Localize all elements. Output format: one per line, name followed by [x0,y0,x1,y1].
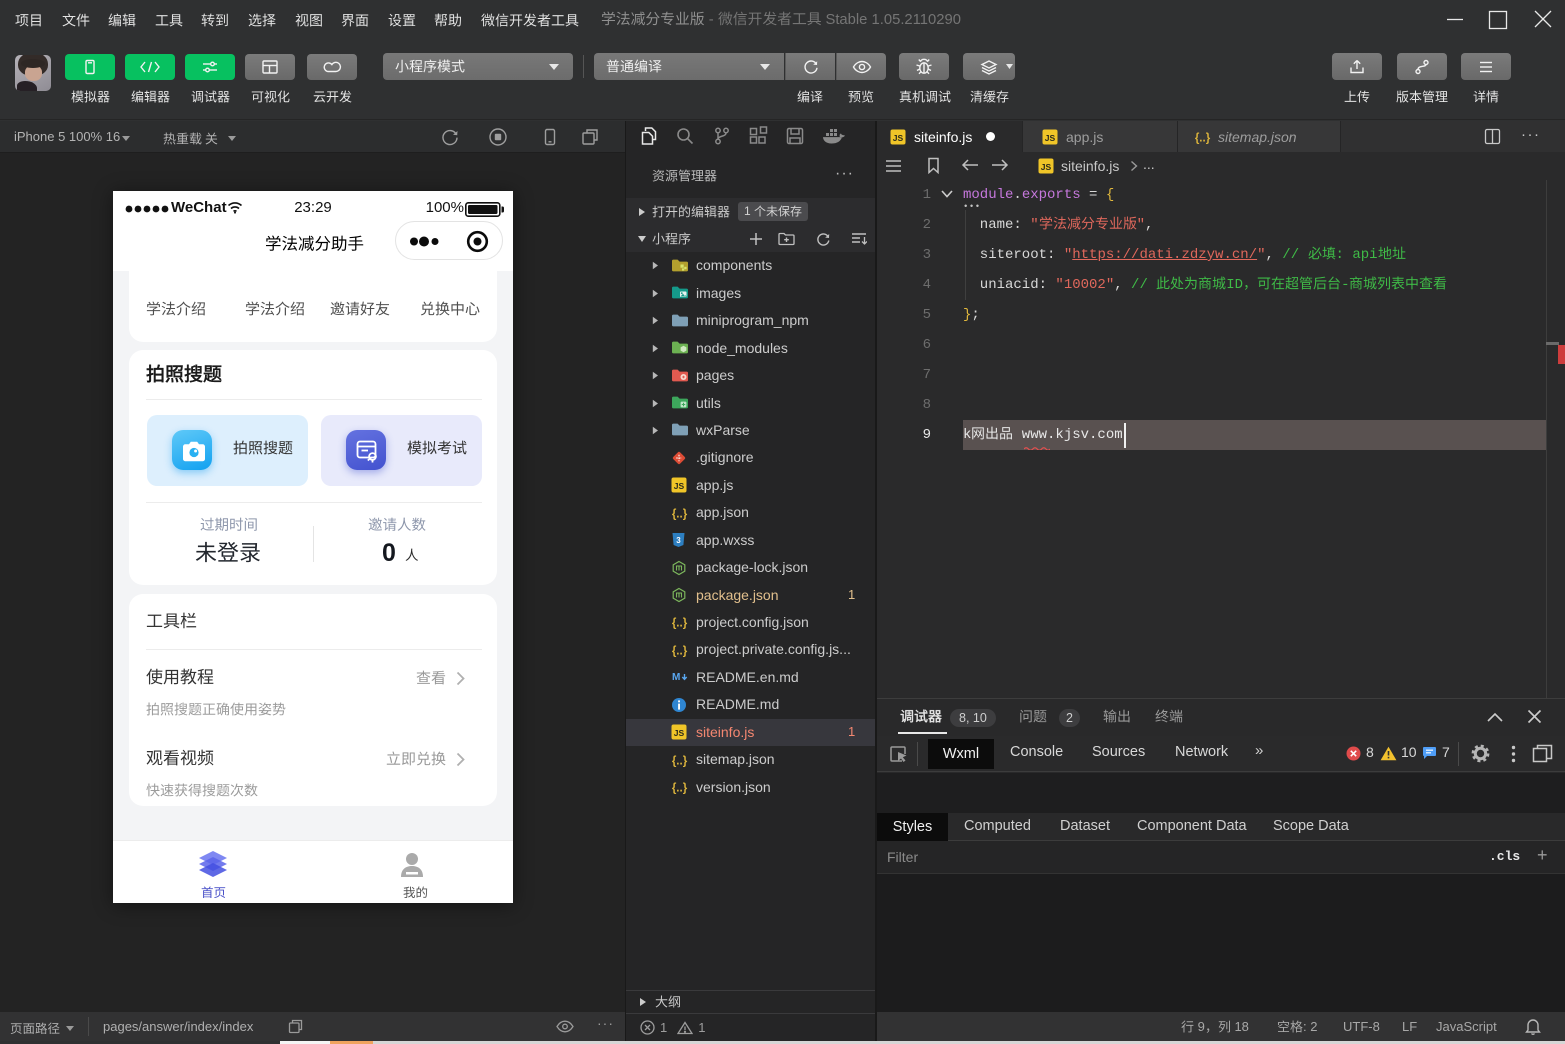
svg-text:{..}: {..} [672,783,688,795]
svg-text:JS: JS [674,481,685,491]
svg-text:JS: JS [674,728,685,738]
svg-text:{..}: {..} [672,755,688,767]
svg-text:JS: JS [1041,162,1052,172]
svg-text:{..}: {..} [672,618,688,630]
svg-text:3: 3 [676,536,681,545]
svg-text:M: M [672,672,680,683]
svg-text:JS: JS [893,133,904,143]
svg-text:JS: JS [1045,133,1056,143]
svg-text:{..}: {..} [672,645,688,657]
svg-text:{..}: {..} [672,508,688,520]
svg-text:{..}: {..} [1195,132,1211,144]
